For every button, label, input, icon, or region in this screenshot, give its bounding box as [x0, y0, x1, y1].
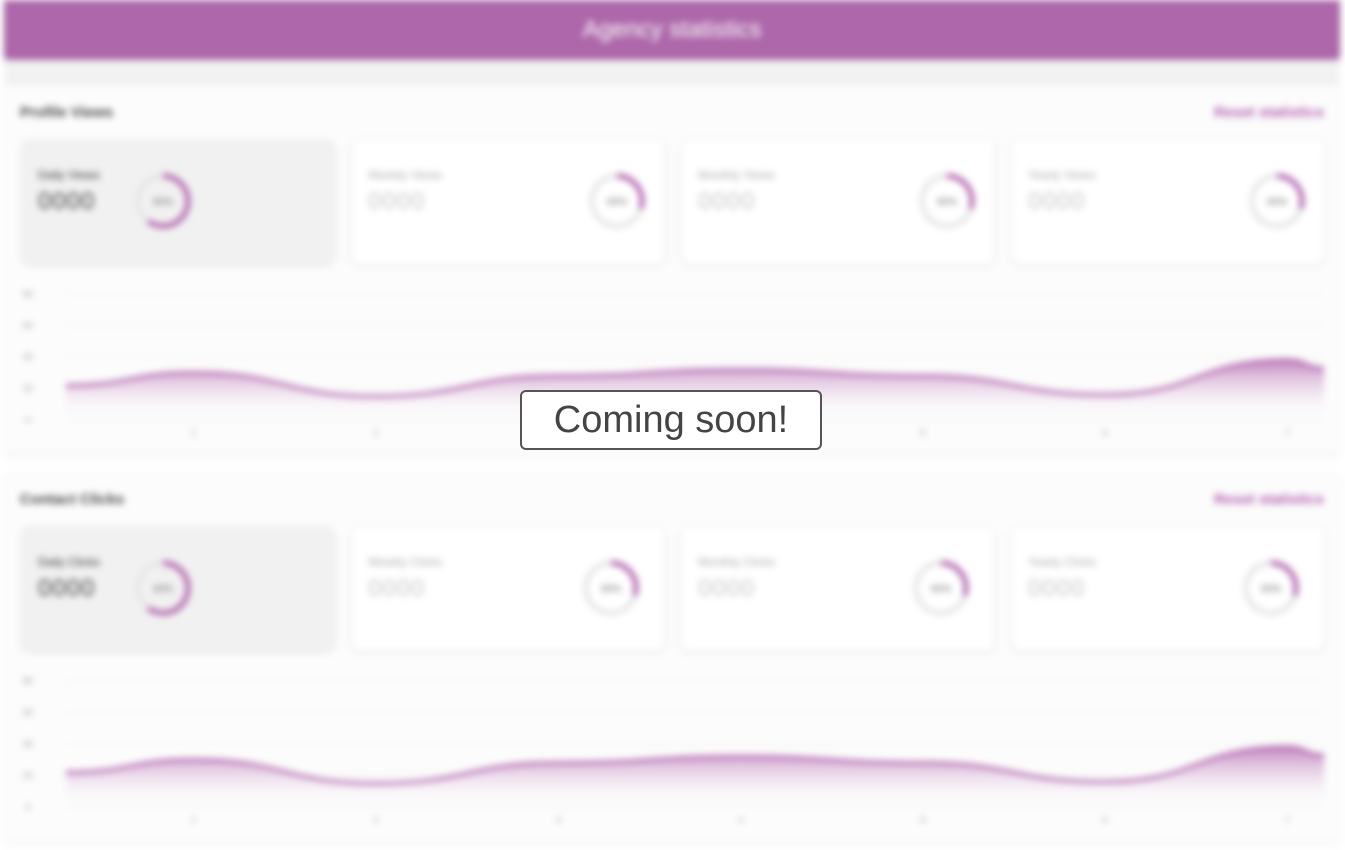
card-value: 0000 — [368, 575, 426, 602]
card-value: 0000 — [38, 575, 96, 602]
progress-percent: 00% — [937, 197, 957, 208]
y-tick-label: 20 — [23, 771, 33, 781]
progress-percent: 00% — [607, 197, 627, 208]
card-value: 0000 — [1028, 575, 1086, 602]
header-bar: Agency statistics — [4, 0, 1340, 60]
card-label: Daily Views — [38, 168, 100, 182]
progress-ring: 00% — [1243, 560, 1299, 616]
card-value: 0000 — [698, 575, 756, 602]
x-tick-label: 4 — [738, 815, 743, 825]
coming-soon-overlay: Coming soon! — [520, 390, 822, 450]
progress-percent: 00% — [1267, 197, 1287, 208]
progress-ring: 00% — [1249, 173, 1305, 229]
card-label: Yearly Views — [1028, 168, 1097, 182]
progress-percent: 00% — [153, 197, 173, 208]
statistics-app: Agency statistics Profile Views Reset st… — [4, 0, 1340, 850]
contact-clicks-chart: 0 20 40 60 80 1 2 3 4 5 6 7 — [23, 676, 1325, 825]
x-tick-label: 1 — [191, 815, 196, 825]
x-tick-label: 5 — [920, 815, 925, 825]
progress-percent: 00% — [153, 584, 173, 595]
stat-card-monthly[interactable]: Monthly Views 0000 00% — [682, 140, 994, 264]
card-label: Yearly Clicks — [1028, 555, 1097, 569]
x-tick-label: 7 — [1285, 428, 1290, 438]
card-label: Monthly Clicks — [698, 555, 776, 569]
card-value: 0000 — [698, 188, 756, 215]
header-divider — [4, 60, 1340, 86]
section-title: Profile Views — [20, 104, 114, 121]
y-tick-label: 60 — [23, 708, 33, 718]
progress-percent: 00% — [601, 584, 621, 595]
stat-card-weekly[interactable]: Weekly Views 0000 00% — [352, 140, 664, 264]
y-tick-label: 40 — [23, 352, 33, 362]
x-tick-label: 6 — [1103, 428, 1108, 438]
stat-card-monthly[interactable]: Monthly Clicks 0000 00% — [682, 527, 994, 651]
stat-card-weekly[interactable]: Weekly Clicks 0000 00% — [352, 527, 664, 651]
stat-card-daily[interactable]: Daily Views 0000 00% — [22, 140, 334, 264]
y-tick-label: 0 — [25, 415, 30, 425]
card-value: 0000 — [38, 188, 96, 215]
progress-ring: 00% — [135, 560, 191, 616]
reset-statistics-link[interactable]: Reset statistics — [1214, 491, 1324, 508]
section-title: Contact Clicks — [20, 491, 125, 508]
stat-card-daily[interactable]: Daily Clicks 0000 00% — [22, 527, 334, 651]
stat-card-yearly[interactable]: Yearly Views 0000 00% — [1012, 140, 1324, 264]
x-tick-label: 7 — [1285, 815, 1290, 825]
y-tick-label: 80 — [23, 289, 33, 299]
reset-statistics-link[interactable]: Reset statistics — [1214, 104, 1324, 121]
y-tick-label: 80 — [23, 676, 33, 686]
contact-clicks-section: Contact Clicks Reset statistics Daily Cl… — [4, 473, 1340, 841]
y-tick-label: 60 — [23, 321, 33, 331]
stat-card-yearly[interactable]: Yearly Clicks 0000 00% — [1012, 527, 1324, 651]
x-tick-label: 1 — [191, 428, 196, 438]
progress-percent: 00% — [1261, 584, 1281, 595]
progress-ring: 00% — [135, 173, 191, 229]
progress-ring: 00% — [583, 560, 639, 616]
page-title: Agency statistics — [582, 16, 762, 43]
x-tick-label: 2 — [373, 428, 378, 438]
progress-percent: 00% — [931, 584, 951, 595]
card-value: 0000 — [368, 188, 426, 215]
card-label: Daily Clicks — [38, 555, 101, 569]
progress-ring: 00% — [919, 173, 975, 229]
x-tick-label: 6 — [1103, 815, 1108, 825]
x-tick-label: 5 — [920, 428, 925, 438]
card-value: 0000 — [1028, 188, 1086, 215]
card-label: Monthly Views — [698, 168, 776, 182]
progress-ring: 00% — [589, 173, 645, 229]
y-tick-label: 0 — [25, 802, 30, 812]
card-label: Weekly Clicks — [368, 555, 443, 569]
card-label: Weekly Views — [368, 168, 443, 182]
x-tick-label: 2 — [373, 815, 378, 825]
x-tick-label: 3 — [556, 815, 561, 825]
progress-ring: 00% — [913, 560, 969, 616]
y-tick-label: 20 — [23, 384, 33, 394]
y-tick-label: 40 — [23, 739, 33, 749]
